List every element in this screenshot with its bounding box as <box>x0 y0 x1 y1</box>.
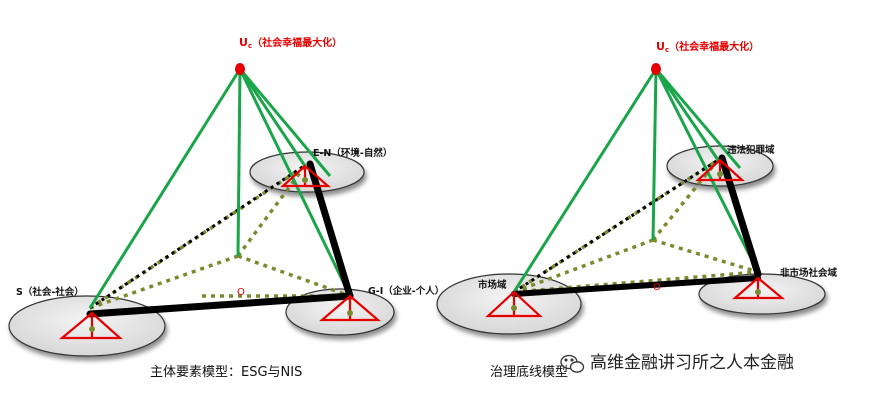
left-apex-label: Uc（社会幸福最大化） <box>239 36 342 50</box>
right-apex-label: Uc（社会幸福最大化） <box>656 40 759 54</box>
right-node-top-label: 违法犯罪域 <box>727 144 775 156</box>
watermark-text: 高维金融讲习所之人本金融 <box>590 353 794 373</box>
left-disk-s <box>8 295 166 357</box>
right-node-right-label: 非市场社会域 <box>780 267 838 279</box>
diagram-canvas: Uc（社会幸福最大化） E-N（环境-自然） S（社会-社会） G-I（企业-个… <box>0 0 874 400</box>
watermark: 高维金融讲习所之人本金融 <box>560 353 794 373</box>
left-center-label: O <box>237 287 245 298</box>
right-diagram: Uc（社会幸福最大化） 违法犯罪域 市场域 非市场社会域 O 治理底线模型 <box>436 40 838 380</box>
right-node-left-label: 市场域 <box>478 279 507 291</box>
left-apex-point <box>235 63 245 75</box>
left-node-en-label: E-N（环境-自然） <box>313 147 392 159</box>
left-node-gi-label: G-I（企业-个人） <box>368 285 444 297</box>
left-caption: 主体要素模型：ESG与NIS <box>150 365 302 380</box>
right-disk-left <box>436 273 582 335</box>
right-center-label: O <box>653 282 661 293</box>
left-node-s-label: S（社会-社会） <box>16 286 84 298</box>
right-caption: 治理底线模型 <box>490 364 568 380</box>
left-diagram: Uc（社会幸福最大化） E-N（环境-自然） S（社会-社会） G-I（企业-个… <box>8 36 444 380</box>
right-apex-point <box>651 63 661 75</box>
